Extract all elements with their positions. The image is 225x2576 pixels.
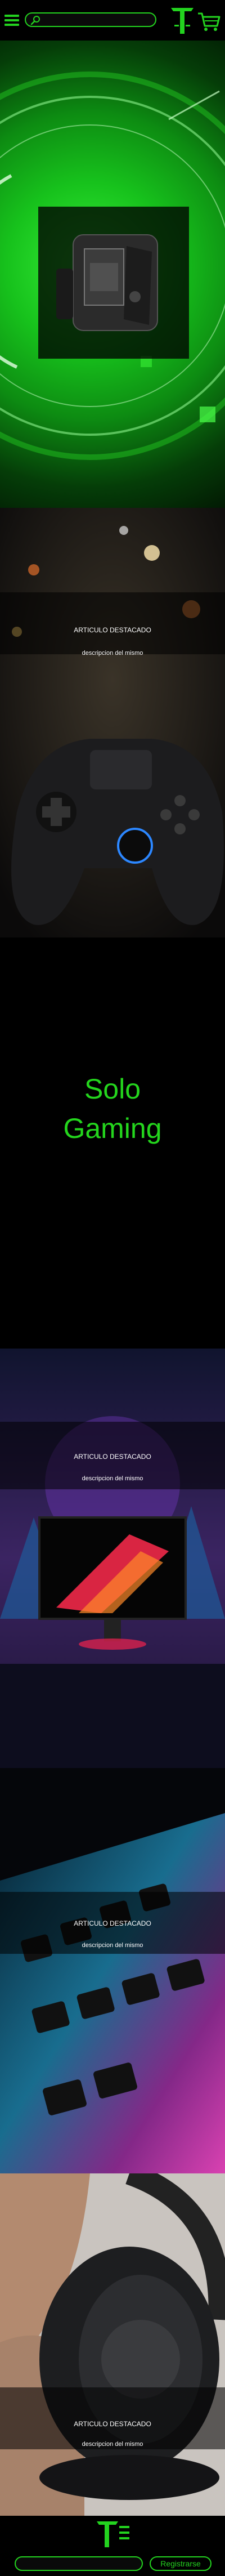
register-button[interactable]: Registrarse xyxy=(150,2556,212,2571)
featured-article-card[interactable]: ARTICULO DESTACADO descripcion del mismo xyxy=(0,2173,225,2516)
register-email-input[interactable] xyxy=(15,2556,143,2571)
article-title: ARTICULO DESTACADO xyxy=(74,2420,151,2428)
logo[interactable] xyxy=(169,6,196,36)
featured-article-card[interactable]: ARTICULO DESTACADO descripcion del mismo xyxy=(0,1349,225,1768)
gaming-backpack-image[interactable] xyxy=(51,218,177,347)
cart-icon[interactable] xyxy=(197,10,220,33)
card-caption-overlay xyxy=(0,2387,225,2449)
article-description: descripcion del mismo xyxy=(82,650,143,657)
article-description: descripcion del mismo xyxy=(82,1942,143,1949)
search-icon[interactable] xyxy=(30,15,40,25)
article-title: ARTICULO DESTACADO xyxy=(74,1919,151,1927)
card-caption-overlay xyxy=(0,592,225,654)
menu-icon[interactable] xyxy=(4,15,19,26)
keyboard-image xyxy=(0,1768,225,2173)
search-input[interactable] xyxy=(44,15,153,26)
solo-gaming-banner: Solo Gaming xyxy=(0,937,225,1349)
search-bar[interactable] xyxy=(25,12,156,27)
hero-banner xyxy=(0,41,225,508)
article-description: descripcion del mismo xyxy=(82,2441,143,2448)
page: ARTICULO DESTACADO descripcion del mismo… xyxy=(0,0,225,2576)
monitor-image xyxy=(0,1349,225,1768)
controller-image xyxy=(0,508,225,937)
article-title: ARTICULO DESTACADO xyxy=(74,626,151,634)
article-description: descripcion del mismo xyxy=(82,1475,143,1482)
banner-line-1: Solo xyxy=(84,1073,141,1105)
featured-article-card[interactable]: ARTICULO DESTACADO descripcion del mismo xyxy=(0,508,225,937)
top-nav xyxy=(0,0,225,41)
headphones-image xyxy=(0,2173,225,2516)
article-title: ARTICULO DESTACADO xyxy=(74,1453,151,1461)
featured-article-card[interactable]: ARTICULO DESTACADO descripcion del mismo xyxy=(0,1768,225,2173)
footer-logo[interactable] xyxy=(96,2520,132,2548)
banner-line-2: Gaming xyxy=(63,1113,162,1144)
